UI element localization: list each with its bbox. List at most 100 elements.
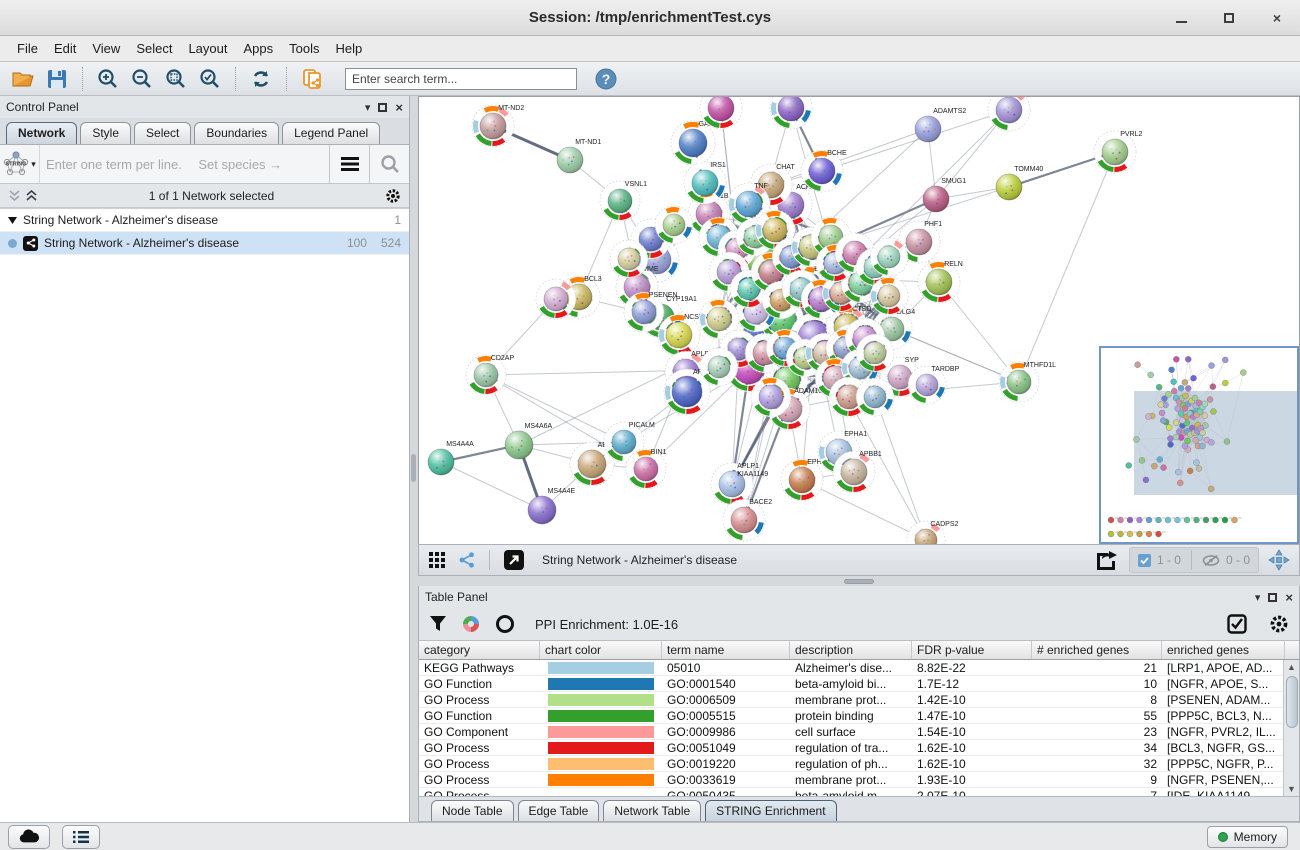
- column-header-enriched-genes[interactable]: enriched genes: [1162, 641, 1285, 659]
- zoom-selected-button[interactable]: [195, 65, 225, 93]
- network-node-gab2[interactable]: GAB2: [671, 121, 717, 165]
- table-row[interactable]: GO FunctionGO:0005515protein binding1.47…: [419, 708, 1299, 724]
- network-node-tardbp[interactable]: TARDBP: [908, 366, 960, 404]
- ring-chart-icon[interactable]: [495, 614, 515, 634]
- tab-string-enrichment[interactable]: STRING Enrichment: [705, 800, 836, 821]
- network-node-pvrl2[interactable]: PVRL2: [1094, 131, 1142, 173]
- collapse-all-icon[interactable]: [8, 190, 21, 202]
- tab-legend-panel[interactable]: Legend Panel: [282, 122, 380, 144]
- filter-icon[interactable]: [429, 615, 447, 633]
- enrichment-chart-icon[interactable]: [461, 614, 481, 634]
- save-session-button[interactable]: [42, 65, 72, 93]
- scrollbar-thumb[interactable]: [1286, 676, 1298, 728]
- vertical-splitter[interactable]: [410, 96, 418, 822]
- zoom-fit-button[interactable]: [161, 65, 191, 93]
- table-row[interactable]: GO ProcessGO:0051049regulation of tra...…: [419, 740, 1299, 756]
- help-button[interactable]: ?: [591, 65, 621, 93]
- string-database-selector[interactable]: STRING ▾: [0, 145, 40, 183]
- splitter-handle[interactable]: [844, 579, 874, 584]
- close-button[interactable]: ×: [1264, 7, 1290, 29]
- menu-select[interactable]: Select: [129, 38, 179, 59]
- table-row[interactable]: GO ProcessGO:0033619membrane prot...1.93…: [419, 772, 1299, 788]
- column-header-chart-color[interactable]: chart color: [540, 641, 662, 659]
- menu-view[interactable]: View: [85, 38, 127, 59]
- gear-icon[interactable]: [1269, 614, 1289, 634]
- set-species-hint[interactable]: Set species →: [198, 157, 282, 172]
- clone-network-button[interactable]: [297, 65, 327, 93]
- string-options-button[interactable]: [329, 145, 369, 183]
- table-row[interactable]: GO ComponentGO:0009986cell surface1.54E-…: [419, 724, 1299, 740]
- network-node[interactable]: [536, 279, 576, 319]
- tree-expander-icon[interactable]: [8, 217, 17, 224]
- network-node-cadps2[interactable]: CADPS2: [907, 521, 959, 544]
- share-view-button[interactable]: [455, 546, 479, 574]
- tab-network-table[interactable]: Network Table: [603, 800, 701, 821]
- tab-boundaries[interactable]: Boundaries: [194, 122, 279, 144]
- column-header-fdr-p-value[interactable]: FDR p-value: [912, 641, 1032, 659]
- table-row[interactable]: GO ProcessGO:0050435beta-amyloid m...2.0…: [419, 788, 1299, 796]
- panel-float-icon[interactable]: [1268, 593, 1277, 602]
- column-header-category[interactable]: category: [419, 641, 540, 659]
- table-row[interactable]: GO ProcessGO:0019220regulation of ph...1…: [419, 756, 1299, 772]
- network-node-ms4a6a[interactable]: MS4A6A: [505, 423, 553, 459]
- column-header-term-name[interactable]: term name: [662, 641, 790, 659]
- grid-view-button[interactable]: [425, 546, 449, 574]
- network-node-mt-nd1[interactable]: MT-ND1: [557, 139, 601, 173]
- zoom-out-button[interactable]: [127, 65, 157, 93]
- network-node-mthfd1l[interactable]: MTHFD1L: [999, 362, 1056, 402]
- scroll-up-arrow[interactable]: ▲: [1285, 660, 1299, 674]
- network-node-adamts2[interactable]: ADAMTS2: [915, 108, 966, 142]
- horizontal-splitter[interactable]: [418, 576, 1300, 586]
- network-node[interactable]: [770, 97, 812, 129]
- table-row[interactable]: GO ProcessGO:0006509membrane prot...1.42…: [419, 692, 1299, 708]
- panel-menu-icon[interactable]: ▾: [365, 101, 371, 114]
- refresh-button[interactable]: [246, 65, 276, 93]
- network-node-vsnl1[interactable]: VSNL1: [600, 181, 647, 221]
- open-in-browser-button[interactable]: [500, 546, 528, 574]
- column-header--enriched-genes[interactable]: # enriched genes: [1032, 641, 1162, 659]
- network-node-tomm40[interactable]: TOMM40: [996, 166, 1043, 200]
- scroll-down-arrow[interactable]: ▼: [1285, 782, 1299, 796]
- tab-select[interactable]: Select: [134, 122, 191, 144]
- network-node-abca7[interactable]: ABCA7: [570, 442, 621, 486]
- network-node-bche[interactable]: BCHE: [801, 150, 847, 192]
- panel-menu-icon[interactable]: ▾: [1255, 591, 1261, 604]
- network-node[interactable]: [988, 97, 1030, 131]
- network-node-ms4a4a[interactable]: MS4A4A: [428, 441, 474, 475]
- network-node[interactable]: [655, 206, 693, 244]
- menu-help[interactable]: Help: [329, 38, 370, 59]
- zoom-in-button[interactable]: [93, 65, 123, 93]
- search-input[interactable]: [345, 68, 577, 90]
- cloud-tasks-button[interactable]: [8, 825, 50, 849]
- tab-style[interactable]: Style: [80, 122, 131, 144]
- menu-layout[interactable]: Layout: [181, 38, 234, 59]
- network-view[interactable]: MT-ND2MT-ND1VSNL1GAB2ADAMTS2PVRL2TOMM40S…: [418, 96, 1300, 544]
- network-node-picalm[interactable]: PICALM: [604, 422, 655, 462]
- string-search-button[interactable]: [369, 145, 409, 183]
- table-row[interactable]: GO FunctionGO:0001540beta-amyloid bi...1…: [419, 676, 1299, 692]
- gear-icon[interactable]: [385, 188, 401, 204]
- table-row[interactable]: KEGG Pathways05010Alzheimer's dise...8.8…: [419, 660, 1299, 676]
- splitter-handle[interactable]: [411, 454, 416, 482]
- network-node-bin1[interactable]: BIN1: [626, 449, 666, 489]
- tab-network[interactable]: Network: [6, 122, 77, 144]
- panel-close-icon[interactable]: ×: [395, 100, 403, 115]
- network-row[interactable]: String Network - Alzheimer's disease 100…: [0, 232, 409, 255]
- menu-tools[interactable]: Tools: [282, 38, 326, 59]
- select-columns-icon[interactable]: [1227, 614, 1247, 634]
- minimize-button[interactable]: [1168, 7, 1194, 29]
- open-session-button[interactable]: [8, 65, 38, 93]
- maximize-button[interactable]: [1216, 7, 1242, 29]
- birds-eye-navigator[interactable]: [1099, 346, 1299, 544]
- string-query-input[interactable]: [46, 157, 198, 172]
- table-vertical-scrollbar[interactable]: ▲ ▼: [1283, 660, 1299, 796]
- task-history-button[interactable]: [62, 825, 100, 849]
- menu-apps[interactable]: Apps: [237, 38, 281, 59]
- tab-node-table[interactable]: Node Table: [431, 800, 514, 821]
- memory-button[interactable]: Memory: [1207, 826, 1288, 848]
- network-node-bace2[interactable]: BACE2: [723, 499, 772, 541]
- export-network-button[interactable]: [1093, 546, 1123, 574]
- panel-close-icon[interactable]: ×: [1285, 590, 1293, 605]
- expand-all-icon[interactable]: [25, 190, 38, 202]
- network-node-mt-nd2[interactable]: MT-ND2: [472, 105, 524, 147]
